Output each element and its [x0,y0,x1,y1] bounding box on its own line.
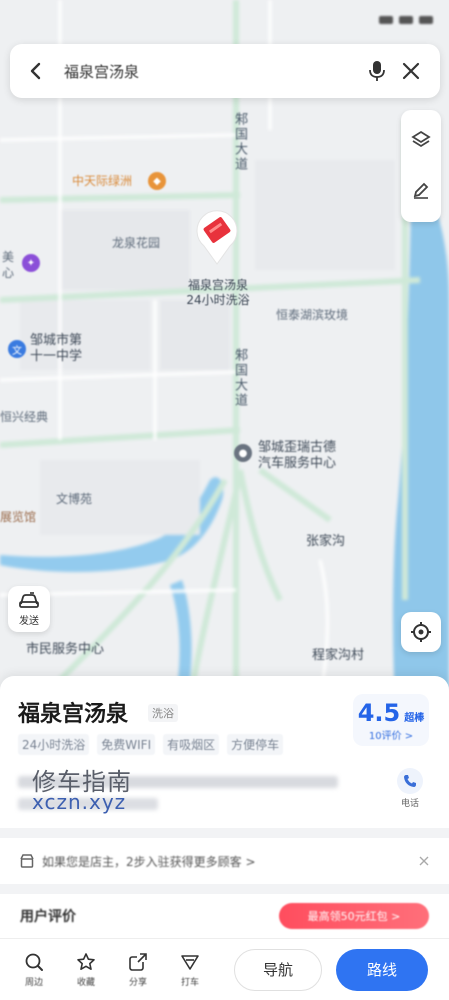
car-service-icon: ● [234,444,252,462]
taxi-button[interactable]: 打车 [164,952,216,988]
share-label: 分享 [128,977,147,988]
reviews-label: 用户评价 [20,909,76,925]
car-icon [19,591,39,608]
place-title: 福泉宫汤泉 [18,702,129,727]
owner-claim-banner[interactable]: 如果您是店主，2步入驻获得更多顾客 > [0,838,449,884]
tag: 免费WIFI [97,734,156,755]
rating-grade: 超棒 [404,712,425,724]
search-bar: 福泉宫汤泉 [10,44,440,98]
reviews-header: 用户评价 最高领50元红包 > [0,898,449,934]
back-arrow-icon [30,62,41,80]
map-label: 美 [2,250,15,264]
close-icon [402,62,420,80]
map-tools [401,110,441,222]
bottom-toolbar: 周边 收藏 分享 打车 导航 路线 [0,938,449,1000]
phone-label: 电话 [400,799,419,809]
map-label: 邹城歪瑞古德 [258,440,337,455]
watermark-url: xczn.xyz [32,790,127,814]
map-label: 展览馆 [0,510,37,524]
map-label: 龙泉花园 [112,236,161,250]
map-view[interactable]: 中天际绿洲 ◆ 龙泉花园 美 心 ✦ 文 邹城市第 十一中学 恒兴经典 恒泰湖滨… [0,0,449,700]
map-pin-icon [196,210,238,265]
crosshair-icon [411,622,431,642]
clear-button[interactable] [394,54,428,88]
shopping-icon: ✦ [22,254,40,272]
tag: 方便停车 [227,734,284,755]
locate-button[interactable] [401,612,441,652]
layers-icon [411,130,431,148]
place-detail-sheet[interactable]: 福泉宫汤泉 洗浴 24小时洗浴 免费WIFI 有吸烟区 方便停车 4.5 超棒 … [0,676,449,1000]
map-label: 市民服务中心 [26,642,105,657]
poi-label: 福泉宫汤泉 24小时洗浴 [168,278,268,308]
place-tags: 24小时洗浴 免费WIFI 有吸烟区 方便停车 [18,734,284,755]
map-label: 恒泰湖滨玫境 [276,308,349,322]
signal-icon [379,16,393,24]
rating-score: 4.5 [357,698,401,727]
status-bar [0,0,449,40]
review-count-link[interactable]: 10评价 > [369,727,413,742]
send-label: 发送 [19,615,39,627]
map-label: 恒兴经典 [0,410,49,424]
place-category: 洗浴 [148,704,178,722]
voice-button[interactable] [360,54,394,88]
road-label: 邾国大道 [232,112,247,172]
send-to-car-button[interactable]: 发送 [8,586,50,632]
search-input[interactable]: 福泉宫汤泉 [64,61,360,82]
nearby-icon [25,953,43,971]
wifi-icon [399,16,413,24]
favorite-button[interactable]: 收藏 [60,952,112,988]
favorite-label: 收藏 [76,977,95,988]
tag: 有吸烟区 [163,734,220,755]
rating-box[interactable]: 4.5 超棒 10评价 > [353,694,429,746]
map-label: 十一中学 [30,349,83,364]
poi-sub: 24小时洗浴 [186,293,250,307]
shop-icon [20,854,34,868]
map-label: 中天际绿洲 [72,174,133,188]
map-label: 文博苑 [56,492,93,506]
map-label: 汽车服务中心 [258,456,337,471]
nearby-label: 周边 [24,977,43,988]
share-icon [129,952,147,971]
taxi-label: 打车 [180,977,199,988]
share-button[interactable]: 分享 [112,952,164,988]
divider [0,884,449,894]
edit-icon [413,182,429,199]
map-label: 张家沟 [306,534,346,549]
layers-button[interactable] [411,130,431,152]
star-icon [77,952,95,970]
tag: 24小时洗浴 [18,734,90,755]
owner-claim-text: 如果您是店主，2步入驻获得更多顾客 > [42,854,256,869]
road-label: 邾国大道 [232,348,247,408]
route-button[interactable]: 路线 [336,948,428,991]
divider [0,828,449,838]
close-icon[interactable] [419,856,429,866]
phone-icon [404,775,416,787]
restaurant-icon: ◆ [148,172,166,190]
map-label: 邹城市第 [30,333,83,348]
back-button[interactable] [22,57,50,85]
poi-name: 福泉宫汤泉 [187,278,248,292]
nearby-button[interactable]: 周边 [8,952,60,988]
taxi-icon [181,954,199,970]
edit-button[interactable] [411,180,431,202]
map-label: 程家沟村 [312,648,365,663]
microphone-icon [369,61,385,81]
navigate-button[interactable]: 导航 [234,948,322,991]
phone-button[interactable]: 电话 [397,768,423,809]
map-label: 心 [2,266,15,280]
school-icon: 文 [8,340,26,358]
battery-icon [419,16,433,24]
promo-banner[interactable]: 最高领50元红包 > [279,903,429,929]
poi-marker[interactable] [192,206,242,266]
